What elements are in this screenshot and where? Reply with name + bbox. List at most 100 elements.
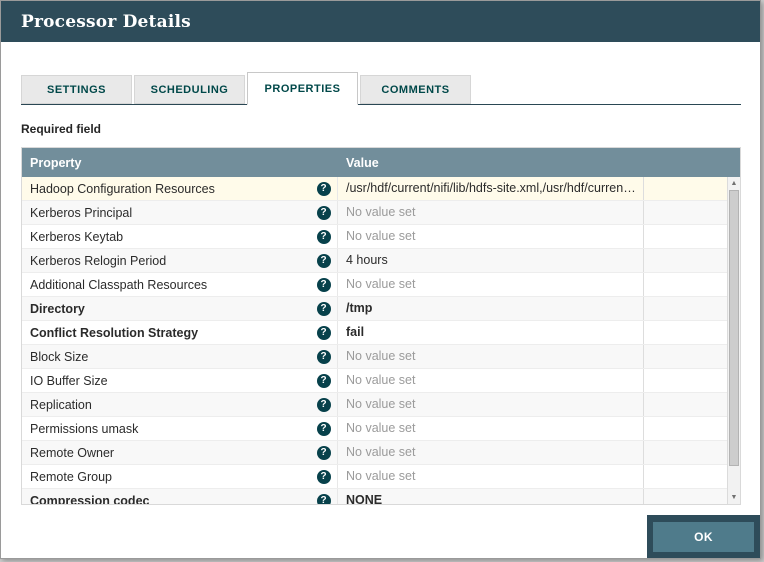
table-row[interactable]: Kerberos Relogin Period? 4 hours — [22, 249, 727, 273]
property-value[interactable]: No value set — [338, 393, 644, 416]
property-name: Additional Classpath Resources — [30, 277, 208, 292]
help-cell: ? — [310, 393, 338, 416]
property-value[interactable]: NONE — [338, 489, 644, 504]
row-filler — [644, 441, 727, 464]
help-icon[interactable]: ? — [316, 277, 331, 292]
tab-settings[interactable]: SETTINGS — [21, 75, 132, 104]
table-row[interactable]: Compression codec? NONE — [22, 489, 727, 504]
help-cell: ? — [310, 249, 338, 272]
row-filler — [644, 369, 727, 392]
property-value[interactable]: No value set — [338, 369, 644, 392]
dialog-content: SETTINGS SCHEDULING PROPERTIES COMMENTS Req… — [1, 72, 760, 505]
row-filler — [644, 345, 727, 368]
tab-scheduling[interactable]: SCHEDULING — [134, 75, 245, 104]
table-row[interactable]: Conflict Resolution Strategy? fail — [22, 321, 727, 345]
help-icon[interactable]: ? — [316, 373, 331, 388]
property-value[interactable]: No value set — [338, 345, 644, 368]
row-filler — [644, 201, 727, 224]
property-name: Hadoop Configuration Resources — [30, 181, 215, 196]
property-name: Kerberos Relogin Period — [30, 253, 167, 268]
property-value[interactable]: No value set — [338, 225, 644, 248]
table-body: Hadoop Configuration Resources? /usr/hdf/… — [22, 177, 727, 504]
help-icon[interactable]: ? — [316, 325, 331, 340]
table-row[interactable]: Block Size? No value set — [22, 345, 727, 369]
property-value[interactable]: 4 hours — [338, 249, 644, 272]
property-name: Conflict Resolution Strategy — [30, 325, 199, 340]
help-cell: ? — [310, 201, 338, 224]
table-header-row: Property Value — [22, 148, 740, 177]
scroll-up-button[interactable]: ▲ — [728, 177, 740, 190]
help-cell: ? — [310, 177, 338, 200]
column-header-property: Property — [30, 155, 82, 170]
help-icon[interactable]: ? — [316, 349, 331, 364]
property-value[interactable]: No value set — [338, 465, 644, 488]
help-icon[interactable]: ? — [316, 493, 331, 504]
help-cell: ? — [310, 441, 338, 464]
property-value[interactable]: No value set — [338, 201, 644, 224]
property-value[interactable]: /usr/hdf/current/nifi/lib/hdfs-site.xml,… — [338, 177, 644, 200]
help-icon[interactable]: ? — [316, 397, 331, 412]
property-name: Block Size — [30, 349, 89, 364]
table-row[interactable]: Additional Classpath Resources? No value … — [22, 273, 727, 297]
table-row[interactable]: Hadoop Configuration Resources? /usr/hdf/… — [22, 177, 727, 201]
tab-properties[interactable]: PROPERTIES — [247, 72, 358, 105]
tab-comments[interactable]: COMMENTS — [360, 75, 471, 104]
property-name: Remote Group — [30, 469, 112, 484]
help-cell: ? — [310, 465, 338, 488]
property-name: Replication — [30, 397, 92, 412]
table-row[interactable]: IO Buffer Size? No value set — [22, 369, 727, 393]
table-row[interactable]: Kerberos Keytab? No value set — [22, 225, 727, 249]
help-icon[interactable]: ? — [316, 229, 331, 244]
help-cell: ? — [310, 321, 338, 344]
help-icon[interactable]: ? — [316, 445, 331, 460]
table-row[interactable]: Replication? No value set — [22, 393, 727, 417]
row-filler — [644, 273, 727, 296]
help-cell: ? — [310, 225, 338, 248]
required-field-note: Required field — [21, 122, 102, 136]
row-filler — [644, 225, 727, 248]
row-filler — [644, 393, 727, 416]
help-cell: ? — [310, 345, 338, 368]
row-filler — [644, 417, 727, 440]
row-filler — [644, 177, 727, 200]
help-icon[interactable]: ? — [316, 181, 331, 196]
scrollbar-thumb[interactable] — [729, 190, 739, 466]
help-icon[interactable]: ? — [316, 421, 331, 436]
table-row[interactable]: Remote Owner? No value set — [22, 441, 727, 465]
table-row[interactable]: Directory? /tmp — [22, 297, 727, 321]
help-icon[interactable]: ? — [316, 205, 331, 220]
processor-details-dialog: Processor Details SETTINGS SCHEDULING PROP… — [0, 0, 761, 559]
property-name: Kerberos Principal — [30, 205, 133, 220]
properties-table: Property Value Hadoop Configuration Reso… — [21, 147, 741, 505]
property-value[interactable]: /tmp — [338, 297, 644, 320]
help-icon[interactable]: ? — [316, 301, 331, 316]
property-value[interactable]: No value set — [338, 273, 644, 296]
property-name: Permissions umask — [30, 421, 139, 436]
help-cell: ? — [310, 297, 338, 320]
scroll-down-button[interactable]: ▼ — [728, 491, 740, 504]
ok-button[interactable]: OK — [653, 521, 754, 552]
dialog-footer: OK — [647, 515, 760, 558]
property-value[interactable]: No value set — [338, 441, 644, 464]
row-filler — [644, 489, 727, 504]
help-cell: ? — [310, 273, 338, 296]
table-row[interactable]: Permissions umask? No value set — [22, 417, 727, 441]
row-filler — [644, 321, 727, 344]
vertical-scrollbar[interactable]: ▲ ▼ — [727, 177, 740, 504]
tab-bar: SETTINGS SCHEDULING PROPERTIES COMMENTS — [21, 72, 741, 105]
table-row[interactable]: Remote Group? No value set — [22, 465, 727, 489]
property-value[interactable]: No value set — [338, 417, 644, 440]
table-row[interactable]: Kerberos Principal? No value set — [22, 201, 727, 225]
dialog-header: Processor Details — [1, 1, 760, 42]
property-name: Directory — [30, 301, 85, 316]
row-filler — [644, 465, 727, 488]
property-name: Kerberos Keytab — [30, 229, 124, 244]
property-name: Compression codec — [30, 493, 150, 505]
help-icon[interactable]: ? — [316, 469, 331, 484]
property-name: Remote Owner — [30, 445, 115, 460]
column-header-value: Value — [346, 155, 379, 170]
property-name: IO Buffer Size — [30, 373, 108, 388]
property-value[interactable]: fail — [338, 321, 644, 344]
row-filler — [644, 297, 727, 320]
help-icon[interactable]: ? — [316, 253, 331, 268]
